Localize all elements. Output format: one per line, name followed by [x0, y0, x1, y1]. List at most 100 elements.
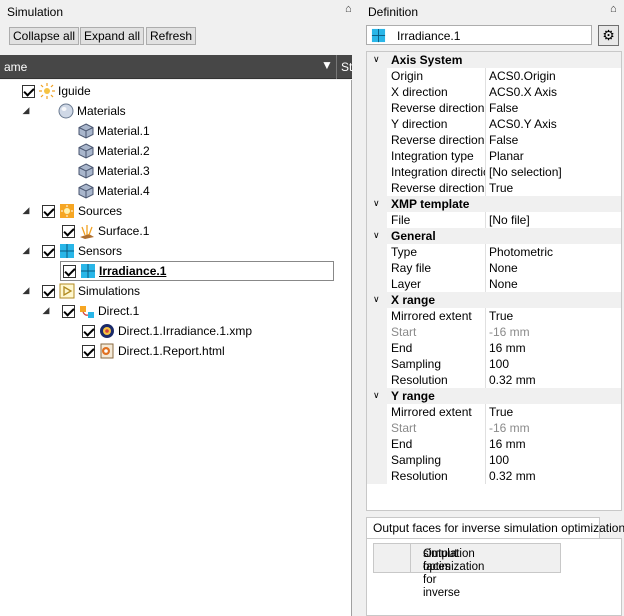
category-y-range[interactable]: ∨ Y range: [367, 388, 621, 404]
settings-gear-icon[interactable]: ⚙: [598, 25, 619, 46]
category-axis-system[interactable]: ∨ Axis System: [367, 52, 621, 68]
collapse-chevron-icon[interactable]: ∨: [373, 230, 380, 241]
collapse-triangle-icon[interactable]: ◢: [21, 285, 31, 296]
tree-item-iguide[interactable]: Iguide: [22, 81, 91, 101]
tree-item-sources[interactable]: Sources: [42, 201, 122, 221]
property-integration-direction[interactable]: Integration direction [No selection]: [367, 164, 621, 180]
checkbox[interactable]: [62, 304, 75, 318]
pin-icon[interactable]: ⌂: [610, 3, 617, 15]
property-reverse-direction-y[interactable]: Reverse direction False: [367, 132, 621, 148]
pin-icon[interactable]: ⌂: [345, 3, 352, 15]
property-value[interactable]: True: [489, 181, 513, 195]
property-x-mirrored-extent[interactable]: Mirrored extent True: [367, 308, 621, 324]
property-value[interactable]: False: [489, 133, 518, 147]
category-label: Axis System: [391, 53, 463, 67]
property-value[interactable]: False: [489, 101, 518, 115]
checkbox[interactable]: [42, 244, 55, 258]
property-type[interactable]: Type Photometric: [367, 244, 621, 260]
output-faces-grid[interactable]: Output faces for inverse simulation opti…: [373, 543, 561, 599]
collapse-chevron-icon[interactable]: ∨: [373, 198, 380, 209]
expand-all-button[interactable]: Expand all: [80, 27, 145, 45]
property-x-resolution[interactable]: Resolution 0.32 mm: [367, 372, 621, 388]
tree-item-direct-1[interactable]: Direct.1: [62, 301, 139, 321]
collapse-all-button[interactable]: Collapse all: [9, 27, 80, 45]
property-integration-type[interactable]: Integration type Planar: [367, 148, 621, 164]
property-y-direction[interactable]: Y direction ACS0.Y Axis: [367, 116, 621, 132]
tree-item-label: Surface.1: [98, 224, 150, 238]
property-y-end[interactable]: End 16 mm: [367, 436, 621, 452]
column-separator[interactable]: [336, 55, 337, 79]
property-value[interactable]: [No file]: [489, 213, 530, 227]
property-x-sampling[interactable]: Sampling 100: [367, 356, 621, 372]
filter-icon[interactable]: ▼: [321, 58, 333, 72]
property-value[interactable]: 16 mm: [489, 437, 526, 451]
property-x-direction[interactable]: X direction ACS0.X Axis: [367, 84, 621, 100]
checkbox[interactable]: [63, 264, 76, 278]
collapse-triangle-icon[interactable]: ◢: [41, 305, 51, 316]
category-label: X range: [391, 293, 436, 307]
collapse-triangle-icon[interactable]: ◢: [21, 205, 31, 216]
tree-item-report-html[interactable]: Direct.1.Report.html: [82, 341, 225, 361]
property-value[interactable]: 100: [489, 453, 509, 467]
property-y-resolution[interactable]: Resolution 0.32 mm: [367, 468, 621, 484]
category-xmp-template[interactable]: ∨ XMP template: [367, 196, 621, 212]
tree-item-material-1[interactable]: Material.1: [78, 121, 150, 141]
definition-name-field[interactable]: Irradiance.1: [366, 25, 592, 45]
tab-output-faces[interactable]: Output faces for inverse simulation opti…: [366, 517, 624, 539]
checkbox[interactable]: [82, 344, 95, 358]
checkbox[interactable]: [22, 84, 35, 98]
tree-item-material-3[interactable]: Material.3: [78, 161, 150, 181]
property-ray-file[interactable]: Ray file None: [367, 260, 621, 276]
checkbox[interactable]: [42, 284, 55, 298]
tree-item-irradiance-1[interactable]: Irradiance.1: [60, 261, 334, 281]
property-origin[interactable]: Origin ACS0.Origin: [367, 68, 621, 84]
tree-item-material-4[interactable]: Material.4: [78, 181, 150, 201]
property-value[interactable]: ACS0.Y Axis: [489, 117, 557, 131]
collapse-triangle-icon[interactable]: ◢: [21, 105, 31, 116]
property-value[interactable]: True: [489, 405, 513, 419]
property-layer[interactable]: Layer None: [367, 276, 621, 292]
property-value[interactable]: None: [489, 261, 518, 275]
simulation-tree[interactable]: Iguide ◢ Materials Material.1 Material.2…: [0, 80, 352, 616]
checkbox[interactable]: [62, 224, 75, 238]
checkbox[interactable]: [42, 204, 55, 218]
property-value[interactable]: Planar: [489, 149, 524, 163]
name-column-header[interactable]: ame: [4, 60, 27, 74]
tree-item-material-2[interactable]: Material.2: [78, 141, 150, 161]
property-value[interactable]: 16 mm: [489, 341, 526, 355]
property-value[interactable]: Photometric: [489, 245, 553, 259]
tree-item-surface-1[interactable]: Surface.1: [62, 221, 149, 241]
property-name: File: [391, 213, 411, 227]
property-value[interactable]: ACS0.X Axis: [489, 85, 557, 99]
category-label: General: [391, 229, 436, 243]
tree-item-materials[interactable]: Materials: [58, 101, 126, 121]
output-faces-column-header[interactable]: Output faces for inverse simulation opti…: [411, 543, 561, 599]
property-value[interactable]: ACS0.Origin: [489, 69, 556, 83]
property-value[interactable]: 0.32 mm: [489, 373, 536, 387]
status-column-header[interactable]: St: [341, 60, 352, 74]
property-reverse-direction-x[interactable]: Reverse direction False: [367, 100, 621, 116]
property-reverse-direction-integration[interactable]: Reverse direction True: [367, 180, 621, 196]
collapse-chevron-icon[interactable]: ∨: [373, 294, 380, 305]
checkbox[interactable]: [82, 324, 95, 338]
tree-item-sensors[interactable]: Sensors: [42, 241, 122, 261]
property-value[interactable]: [No selection]: [489, 165, 562, 179]
category-x-range[interactable]: ∨ X range: [367, 292, 621, 308]
property-value[interactable]: 100: [489, 357, 509, 371]
property-y-mirrored-extent[interactable]: Mirrored extent True: [367, 404, 621, 420]
collapse-chevron-icon[interactable]: ∨: [373, 390, 380, 401]
property-value[interactable]: 0.32 mm: [489, 469, 536, 483]
property-y-sampling[interactable]: Sampling 100: [367, 452, 621, 468]
tree-item-xmp-result[interactable]: Direct.1.Irradiance.1.xmp: [82, 321, 252, 341]
collapse-triangle-icon[interactable]: ◢: [21, 245, 31, 256]
property-grid[interactable]: ∨ Axis System Origin ACS0.Origin X direct…: [366, 51, 622, 511]
property-name: Sampling: [391, 357, 442, 371]
collapse-chevron-icon[interactable]: ∨: [373, 54, 380, 65]
property-x-end[interactable]: End 16 mm: [367, 340, 621, 356]
refresh-button[interactable]: Refresh: [146, 27, 197, 45]
property-value[interactable]: None: [489, 277, 518, 291]
property-value[interactable]: True: [489, 309, 513, 323]
property-file[interactable]: File [No file]: [367, 212, 621, 228]
category-general[interactable]: ∨ General: [367, 228, 621, 244]
tree-item-simulations[interactable]: Simulations: [42, 281, 140, 301]
